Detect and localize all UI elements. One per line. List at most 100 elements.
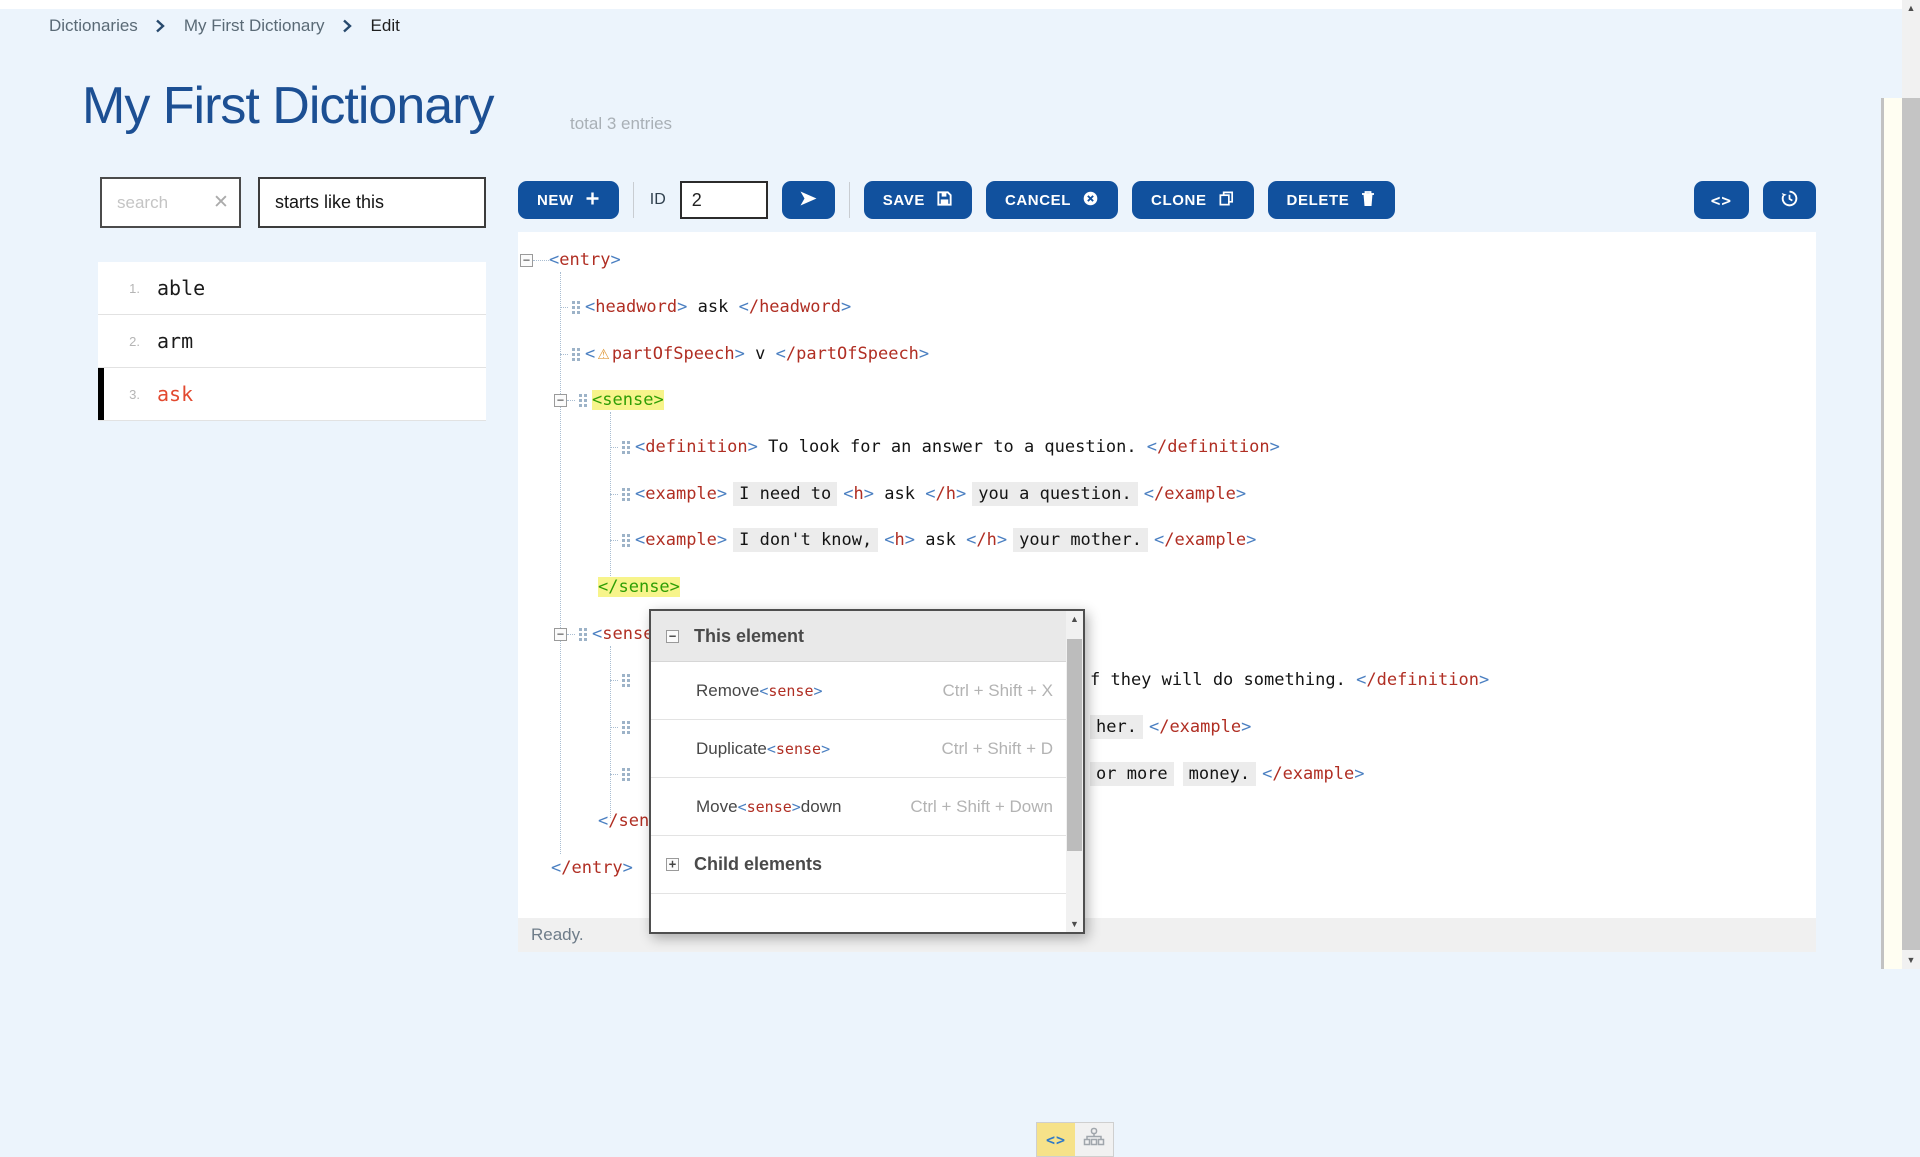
closing-tag-h[interactable]: </h>	[966, 530, 1007, 550]
closing-tag-sense[interactable]: </sense>	[598, 811, 649, 831]
search-mode-select[interactable]: starts like this	[258, 177, 486, 228]
drag-handle-icon[interactable]	[622, 721, 630, 734]
entry-id-input[interactable]	[680, 181, 768, 219]
opening-tag-example[interactable]: <example>	[635, 484, 727, 504]
search-input[interactable]	[115, 192, 211, 214]
drag-handle-icon[interactable]	[572, 301, 580, 314]
breadcrumb-edit: Edit	[371, 16, 400, 36]
clone-button[interactable]: CLONE	[1132, 181, 1254, 219]
xml-text-value[interactable]: To look for an answer to a question.	[758, 437, 1147, 457]
delete-button[interactable]: DELETE	[1268, 181, 1396, 219]
xml-text-chunk[interactable]: I don't know,	[733, 528, 878, 552]
closing-tag-sense[interactable]: </sense>	[598, 577, 680, 597]
drag-handle-icon[interactable]	[579, 394, 587, 407]
xml-row: <definition> To look for an answer to a …	[610, 435, 1280, 459]
opening-tag-definition[interactable]: <definition>	[635, 437, 758, 457]
closing-tag-partOfSpeech[interactable]: </partOfSpeech>	[776, 344, 930, 364]
menu-item[interactable]: Move <sense> downCtrl + Shift + Down	[651, 778, 1066, 836]
xml-row: </sense>	[598, 575, 680, 599]
scroll-down-icon[interactable]: ▼	[1066, 916, 1083, 932]
closing-tag-definition[interactable]: </definition>	[1147, 437, 1280, 457]
xml-text-chunk[interactable]: I need to	[733, 482, 837, 506]
xml-text-chunk[interactable]: or more	[1090, 762, 1174, 786]
drag-handle-icon[interactable]	[622, 488, 630, 501]
menu-item[interactable]: Duplicate <sense>Ctrl + Shift + D	[651, 720, 1066, 778]
xml-row: <headword> ask </headword>	[560, 295, 851, 319]
collapse-toggle-icon[interactable]: −	[666, 630, 679, 643]
drag-handle-icon[interactable]	[622, 534, 630, 547]
drag-handle-icon[interactable]	[572, 348, 580, 361]
breadcrumb-dictionary-name[interactable]: My First Dictionary	[184, 16, 325, 36]
xml-text-value[interactable]: f they will do something.	[1090, 670, 1356, 690]
opening-tag-sense[interactable]: <sense>	[592, 624, 651, 644]
xml-text-chunk[interactable]: you a question.	[972, 482, 1138, 506]
opening-tag-sense[interactable]: <sense>	[592, 390, 664, 410]
xml-row: <example> I don't know, <h> ask </h> your m…	[610, 528, 1256, 552]
collapse-toggle-icon[interactable]: −	[554, 394, 567, 407]
xml-row: − <sense>	[554, 388, 664, 412]
xml-text-value[interactable]: ask	[687, 297, 738, 317]
opening-tag-partOfSpeech[interactable]: <⚠partOfSpeech>	[585, 344, 745, 364]
xml-row: − <entry>	[520, 248, 621, 272]
closing-tag-example[interactable]: </example>	[1154, 530, 1256, 550]
entry-list-item[interactable]: 3.ask	[98, 368, 486, 421]
collapse-toggle-icon[interactable]: −	[520, 254, 533, 267]
closing-tag-entry[interactable]: </entry>	[551, 858, 633, 878]
expand-toggle-icon[interactable]: +	[666, 858, 679, 871]
drag-handle-icon[interactable]	[622, 768, 630, 781]
drag-handle-icon[interactable]	[622, 441, 630, 454]
menu-section-this-element[interactable]: −This element	[651, 611, 1066, 662]
clear-search-icon[interactable]: ✕	[213, 191, 229, 214]
closing-tag-example[interactable]: </example>	[1149, 717, 1251, 737]
scroll-down-icon[interactable]: ▼	[1902, 952, 1920, 969]
breadcrumb-dictionaries[interactable]: Dictionaries	[49, 16, 138, 36]
entry-number: 3.	[98, 387, 140, 402]
closing-tag-definition[interactable]: </definition>	[1356, 670, 1489, 690]
page-scrollbar[interactable]: ▲ ▼	[1902, 0, 1920, 969]
cancel-button[interactable]: CANCEL	[986, 181, 1118, 219]
drag-handle-icon[interactable]	[622, 674, 630, 687]
menu-scrollbar[interactable]: ▲ ▼	[1066, 611, 1083, 932]
opening-tag-headword[interactable]: <headword>	[585, 297, 687, 317]
scrollbar-thumb[interactable]	[1067, 639, 1082, 851]
xml-text-chunk[interactable]: your mother.	[1013, 528, 1148, 552]
opening-tag-entry[interactable]: <entry>	[549, 250, 621, 270]
new-entry-button[interactable]: NEW	[518, 181, 619, 219]
opening-tag-example[interactable]: <example>	[635, 530, 727, 550]
go-to-id-button[interactable]	[782, 181, 835, 219]
closing-tag-example[interactable]: </example>	[1262, 764, 1364, 784]
xml-text-chunk[interactable]: money.	[1183, 762, 1256, 786]
opening-tag-h[interactable]: <h>	[884, 530, 915, 550]
keyboard-shortcut: Ctrl + Shift + D	[942, 739, 1053, 759]
collapse-toggle-icon[interactable]: −	[554, 628, 567, 641]
drag-handle-icon[interactable]	[579, 628, 587, 641]
org-chart-icon	[1083, 1127, 1105, 1152]
source-code-button[interactable]: <>	[1694, 181, 1749, 219]
xml-text-chunk[interactable]: her.	[1090, 715, 1143, 739]
closing-tag-headword[interactable]: </headword>	[739, 297, 852, 317]
tree-connector	[610, 540, 618, 541]
xml-text-value[interactable]: v	[745, 344, 776, 364]
menu-section-child-elements[interactable]: +Child elements	[651, 836, 1066, 894]
scroll-up-icon[interactable]: ▲	[1066, 611, 1083, 627]
scrollbar-thumb[interactable]	[1902, 98, 1920, 950]
opening-tag-sense[interactable]: <sense>	[767, 740, 830, 758]
closing-tag-example[interactable]: </example>	[1144, 484, 1246, 504]
nerd-view-toggle[interactable]: <>	[1037, 1123, 1075, 1156]
opening-tag-sense[interactable]: <sense>	[759, 682, 822, 700]
save-button[interactable]: SAVE	[864, 181, 972, 219]
entry-list-item[interactable]: 1.able	[98, 262, 486, 315]
tree-view-toggle[interactable]	[1075, 1123, 1113, 1156]
opening-tag-h[interactable]: <h>	[843, 484, 874, 504]
xml-text-value[interactable]: ask	[874, 484, 925, 504]
menu-item[interactable]: Remove <sense>Ctrl + Shift + X	[651, 662, 1066, 720]
new-button-label: NEW	[537, 192, 574, 209]
xml-text-value[interactable]: ask	[915, 530, 966, 550]
closing-tag-h[interactable]: </h>	[925, 484, 966, 504]
opening-tag-sense[interactable]: <sense>	[738, 798, 801, 816]
scroll-up-icon[interactable]: ▲	[1902, 0, 1920, 17]
entry-list-item[interactable]: 2.arm	[98, 315, 486, 368]
history-button[interactable]	[1763, 181, 1816, 219]
warning-icon: ⚠	[597, 347, 610, 363]
copy-icon	[1218, 190, 1235, 211]
